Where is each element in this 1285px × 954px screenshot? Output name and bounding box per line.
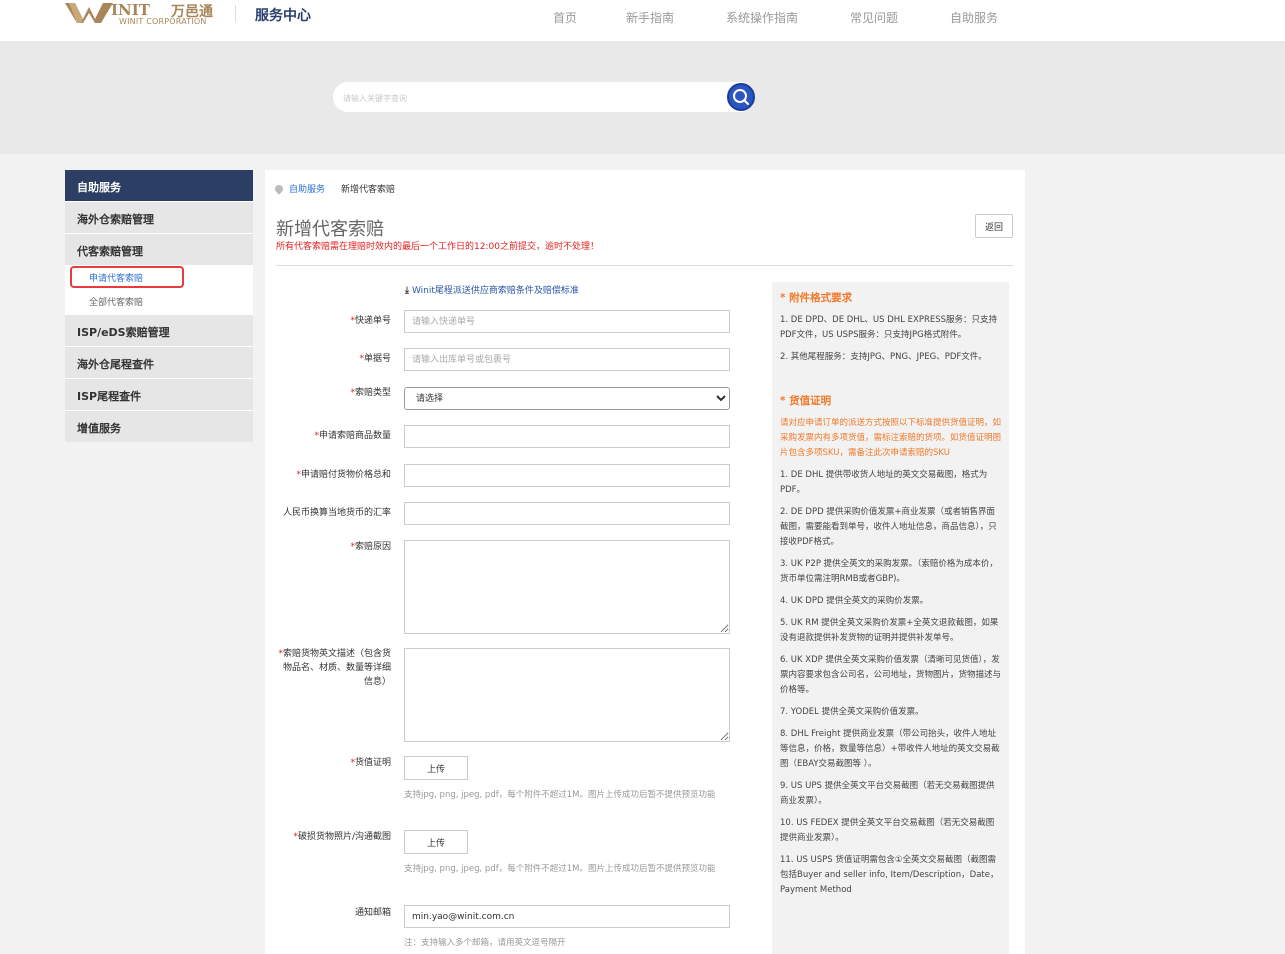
search-band — [0, 42, 1285, 154]
goods-desc-label: *索赔货物英文描述（包含货物品名、材质、数量等详细信息） — [278, 649, 391, 687]
logo-divider — [235, 5, 236, 22]
claim-qty-label: *申请索赔商品数量 — [314, 431, 391, 441]
page-title: 新增代客索赔 — [276, 219, 384, 240]
site-title: 服务中心 — [255, 8, 311, 24]
email-input[interactable] — [404, 905, 730, 928]
doc-no-label: *单据号 — [359, 354, 391, 364]
attachment-format-item: 2. 其他尾程服务：支持JPG、PNG、JPEG、PDF文件。 — [780, 352, 987, 362]
search-box — [333, 82, 755, 112]
doc-no-input[interactable] — [404, 348, 730, 371]
download-icon: ⤓ — [405, 286, 409, 296]
value-proof-item: 2. DE DPD 提供采购价值发票+商业发票（或者销售界面截图，需要能看到单号… — [780, 507, 997, 547]
nav-system-guide[interactable]: 系统操作指南 — [726, 9, 798, 26]
search-input[interactable] — [343, 90, 713, 106]
winit-logo[interactable]: INIT 万邑通 WINIT CORPORATION — [65, 1, 220, 29]
sidebar-head[interactable]: 自助服务 — [65, 170, 253, 201]
exchange-rate-label: 人民币换算当地货币的汇率 — [282, 508, 391, 518]
value-proof-item: 11. US USPS 货值证明需包含①全英文交易截图（截图需包括Buyer a… — [780, 855, 999, 895]
content-panel: 自助服务 新增代客索赔 新增代客索赔 所有代客索赔需在理赔时效内的最后一个工作日的… — [265, 170, 1025, 954]
attachment-format-item: 1. DE DPD、DE DHL、US DHL EXPRESS服务：只支持PDF… — [780, 315, 998, 340]
sidebar-item-overseas-tracking[interactable]: 海外仓尾程查件 — [65, 346, 253, 378]
deadline-notice: 所有代客索赔需在理赔时效内的最后一个工作日的12:00之前提交，逾时不处理！ — [276, 242, 599, 252]
damage-photo-label: *破损货物照片/沟通截图 — [293, 832, 391, 842]
value-proof-item: 6. UK XDP 提供全英文采购价值发票（清晰可见货值），发票内容要求包含公司… — [780, 655, 1002, 695]
sidebar-item-value-added[interactable]: 增值服务 — [65, 410, 253, 442]
divider — [276, 265, 1013, 266]
back-button[interactable]: 返回 — [975, 214, 1013, 238]
value-proof-item: 5. UK RM 提供全英文采购价发票+全英文退款截图，如果没有退款提供补发货物… — [780, 618, 999, 643]
sidebar-sub-apply-claim[interactable]: 申请代客索赔 — [89, 271, 143, 284]
nav-self-service[interactable]: 自助服务 — [950, 9, 998, 26]
location-pin-icon — [273, 183, 285, 195]
value-proof-item: 8. DHL Freight 提供商业发票（带公司抬头，收件人地址等信息，价格，… — [780, 729, 1000, 769]
damage-photo-upload-button[interactable]: 上传 — [404, 830, 468, 854]
nav-beginner-guide[interactable]: 新手指南 — [626, 9, 674, 26]
sidebar-item-agent-claims[interactable]: 代客索赔管理 — [65, 233, 253, 265]
nav-faq[interactable]: 常见问题 — [850, 9, 898, 26]
value-proof-item: 4. UK DPD 提供全英文的采购价发票。 — [780, 596, 929, 606]
value-proof-item: 7. YODEL 提供全英文采购价值发票。 — [780, 707, 924, 717]
value-proof-warning: 请对应申请订单的派送方式按照以下标准提供货值证明，如采购发票内有多项货值，需标注… — [780, 418, 1002, 458]
search-icon — [733, 89, 749, 105]
sidebar-sub-all-claims[interactable]: 全部代客索赔 — [89, 295, 143, 308]
value-proof-label: *货值证明 — [350, 758, 391, 768]
breadcrumb: 自助服务 新增代客索赔 — [273, 182, 396, 195]
value-proof-heading: * 货值证明 — [780, 395, 832, 407]
claim-total-label: *申请赔付货物价格总和 — [296, 470, 391, 480]
winit-logo-icon — [65, 3, 113, 23]
value-proof-hint: 支持jpg, png, jpeg, pdf，每个附件不超过1M。图片上传成功后暂… — [404, 790, 716, 800]
value-proof-item: 3. UK P2P 提供全英文的采购发票。（索赔价格为成本价，货币单位需注明RM… — [780, 559, 998, 584]
value-proof-upload-button[interactable]: 上传 — [404, 756, 468, 780]
value-proof-item: 1. DE DHL 提供带收货人地址的英文交易截图，格式为PDF。 — [780, 470, 988, 495]
download-standard-link[interactable]: ⤓ Winit尾程派送供应商索赔条件及赔偿标准 — [405, 283, 579, 296]
sidebar: 自助服务 海外仓索赔管理 代客索赔管理 申请代客索赔 全部代客索赔 ISP/eD… — [65, 170, 253, 442]
top-header: INIT 万邑通 WINIT CORPORATION 服务中心 首页 新手指南 … — [0, 0, 1285, 42]
search-button[interactable] — [727, 83, 755, 111]
breadcrumb-current: 新增代客索赔 — [341, 185, 396, 195]
requirements-panel: * 附件格式要求 1. DE DPD、DE DHL、US DHL EXPRESS… — [772, 282, 1009, 954]
email-label: 通知邮箱 — [354, 908, 391, 918]
express-no-input[interactable] — [404, 310, 730, 333]
claim-type-select[interactable]: 请选择 — [404, 387, 730, 410]
logo-sub: WINIT CORPORATION — [119, 17, 207, 26]
goods-desc-textarea[interactable] — [404, 648, 730, 742]
claim-reason-label: *索赔原因 — [350, 542, 391, 552]
claim-qty-input[interactable] — [404, 425, 730, 448]
claim-total-input[interactable] — [404, 464, 730, 487]
attachment-format-heading: * 附件格式要求 — [780, 292, 853, 304]
breadcrumb-root[interactable]: 自助服务 — [289, 185, 325, 195]
sidebar-submenu: 申请代客索赔 全部代客索赔 — [65, 265, 253, 314]
sidebar-item-isp-tracking[interactable]: ISP尾程查件 — [65, 378, 253, 410]
claim-reason-textarea[interactable] — [404, 540, 730, 634]
sidebar-item-isp-eds-claims[interactable]: ISP/eDS索赔管理 — [65, 314, 253, 346]
download-link-label: Winit尾程派送供应商索赔条件及赔偿标准 — [411, 286, 579, 296]
exchange-rate-input[interactable] — [404, 502, 730, 525]
value-proof-item: 10. US FEDEX 提供全英文平台交易截图（若无交易截图提供商业发票）。 — [780, 818, 995, 843]
email-note: 注：支持输入多个邮箱，请用英文逗号隔开 — [404, 938, 566, 948]
damage-photo-hint: 支持jpg, png, jpeg, pdf，每个附件不超过1M。图片上传成功后暂… — [404, 864, 716, 874]
express-no-label: *快递单号 — [350, 316, 391, 326]
nav-home[interactable]: 首页 — [553, 9, 577, 26]
value-proof-item: 9. US UPS 提供全英文平台交易截图（若无交易截图提供商业发票）。 — [780, 781, 995, 806]
sidebar-item-overseas-claims[interactable]: 海外仓索赔管理 — [65, 201, 253, 233]
claim-type-label: *索赔类型 — [350, 388, 391, 398]
